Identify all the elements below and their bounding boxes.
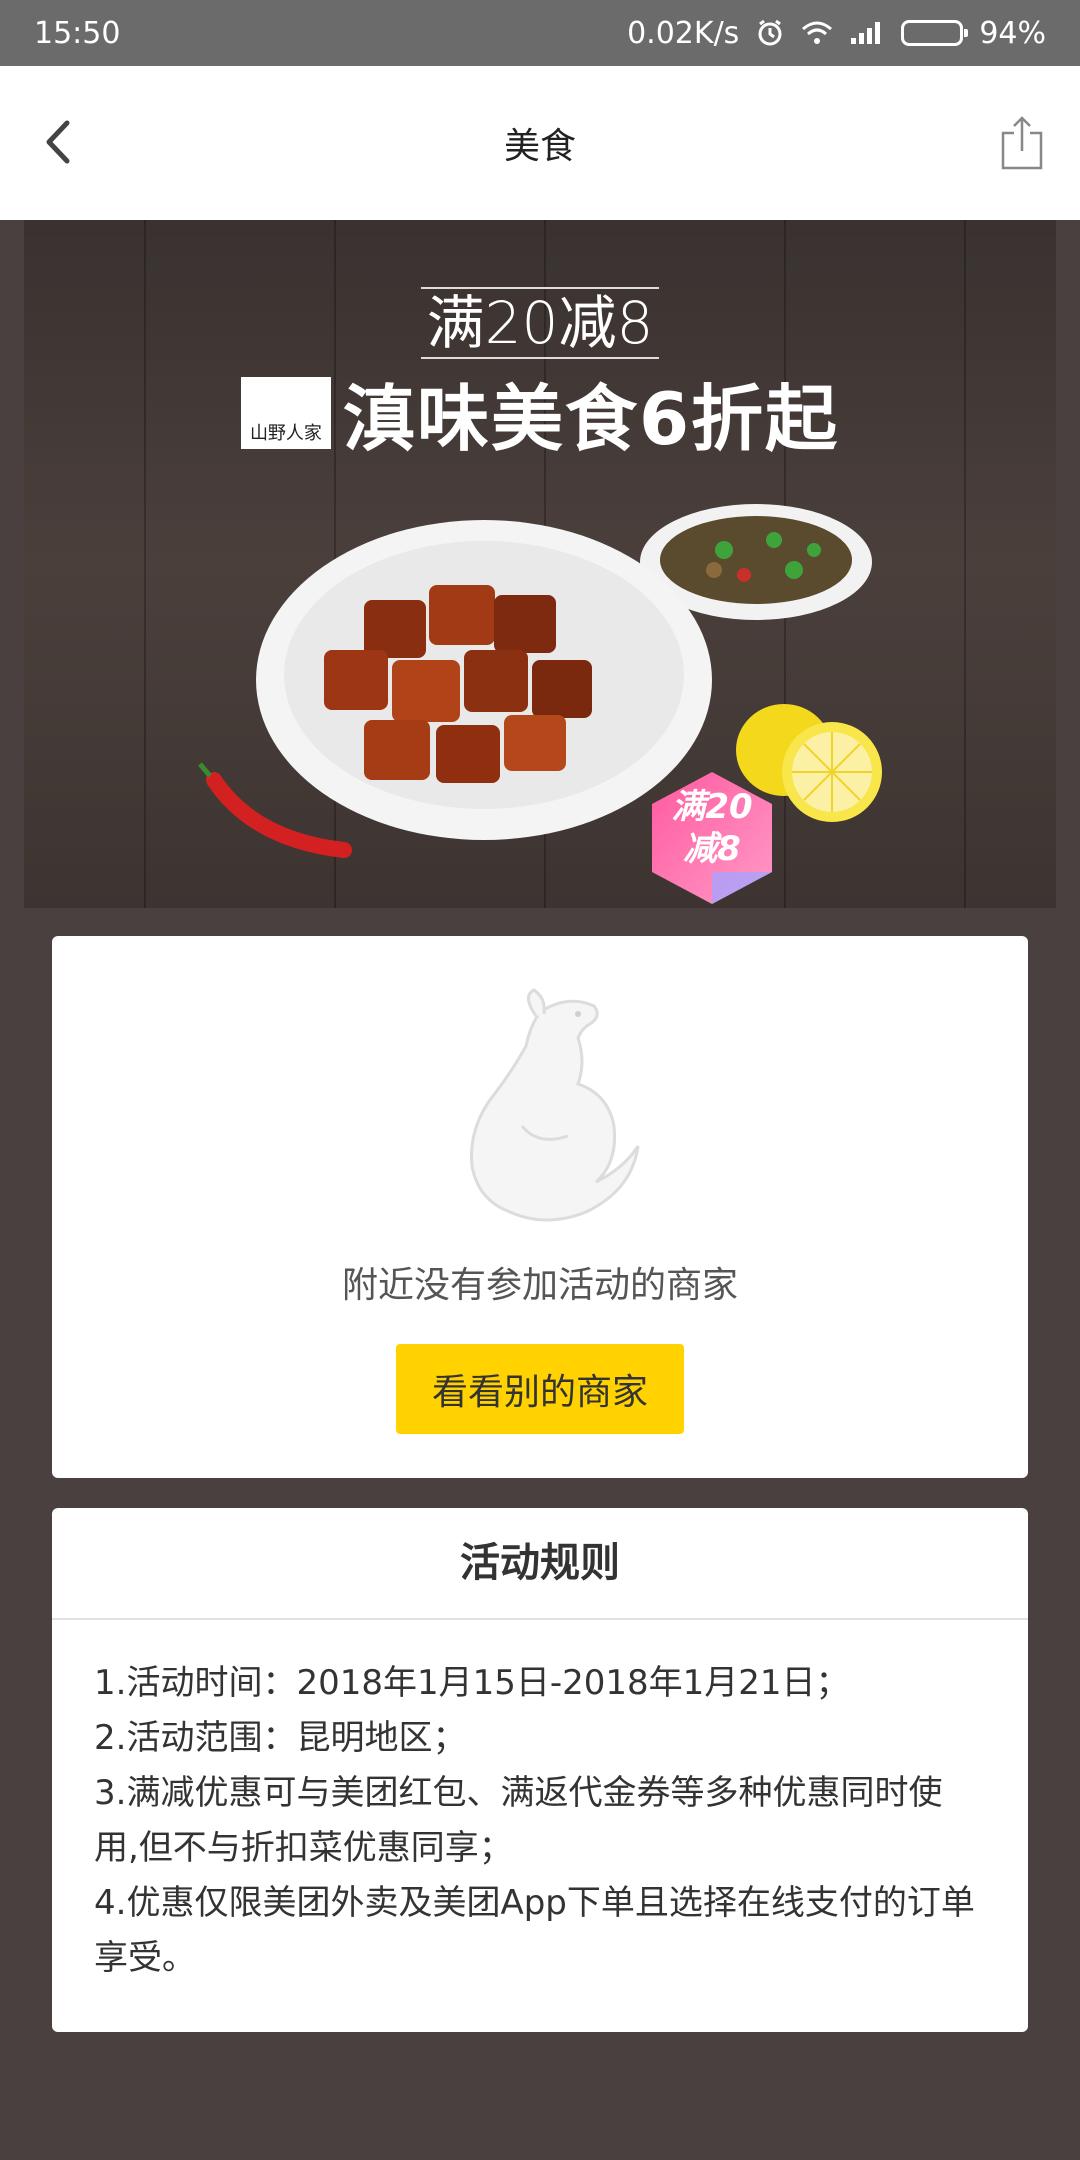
battery-percent: 94%	[979, 15, 1046, 51]
rules-title: 活动规则	[52, 1508, 1028, 1620]
status-time: 15:50	[34, 15, 121, 51]
promo-discount-line: 满20减8	[24, 276, 1056, 360]
share-button[interactable]	[992, 110, 1052, 176]
rules-list: 1.活动时间：2018年1月15日-2018年1月21日； 2.活动范围：昆明地…	[52, 1620, 1028, 1986]
promo-headline-row: 山野人家 滇味美食6折起	[24, 360, 1056, 465]
rule-item: 3.满减优惠可与美团红包、满返代金券等多种优惠同时使用,但不与折扣菜优惠同享；	[94, 1773, 943, 1868]
promo-banner[interactable]: 满20减8 山野人家 滇味美食6折起 满20 减8	[24, 220, 1056, 908]
nav-bar: 美食	[0, 66, 1080, 220]
network-speed: 0.02K/s	[627, 15, 740, 51]
empty-message: 附近没有参加活动的商家	[341, 1265, 738, 1306]
signal-icon	[849, 20, 885, 46]
rule-item: 2.活动范围：昆明地区；	[94, 1718, 467, 1758]
rules-card: 活动规则 1.活动时间：2018年1月15日-2018年1月21日； 2.活动范…	[52, 1508, 1028, 2032]
see-other-merchants-button[interactable]: 看看别的商家	[396, 1344, 684, 1434]
status-bar: 15:50 0.02K/s 94%	[0, 0, 1080, 66]
back-button[interactable]	[28, 112, 88, 172]
rule-item: 4.优惠仅限美团外卖及美团App下单且选择在线支付的订单享受。	[94, 1883, 975, 1978]
battery-icon	[901, 20, 969, 46]
empty-state-card: 附近没有参加活动的商家 看看别的商家	[52, 936, 1028, 1478]
rule-item: 1.活动时间：2018年1月15日-2018年1月21日；	[94, 1663, 850, 1703]
wifi-icon	[801, 20, 833, 46]
alarm-icon	[755, 18, 785, 48]
status-indicators: 0.02K/s 94%	[627, 16, 1046, 51]
chevron-left-icon	[46, 120, 70, 164]
kangaroo-illustration-icon	[470, 988, 640, 1222]
brand-logo: 山野人家	[240, 376, 331, 449]
promo-headline: 滇味美食6折起	[342, 377, 840, 461]
badge-line-2: 减8	[683, 829, 741, 869]
promo-badge: 满20 减8	[642, 768, 782, 908]
page-title: 美食	[503, 126, 576, 167]
share-icon	[1001, 116, 1043, 170]
badge-line-1: 满20	[671, 787, 753, 827]
